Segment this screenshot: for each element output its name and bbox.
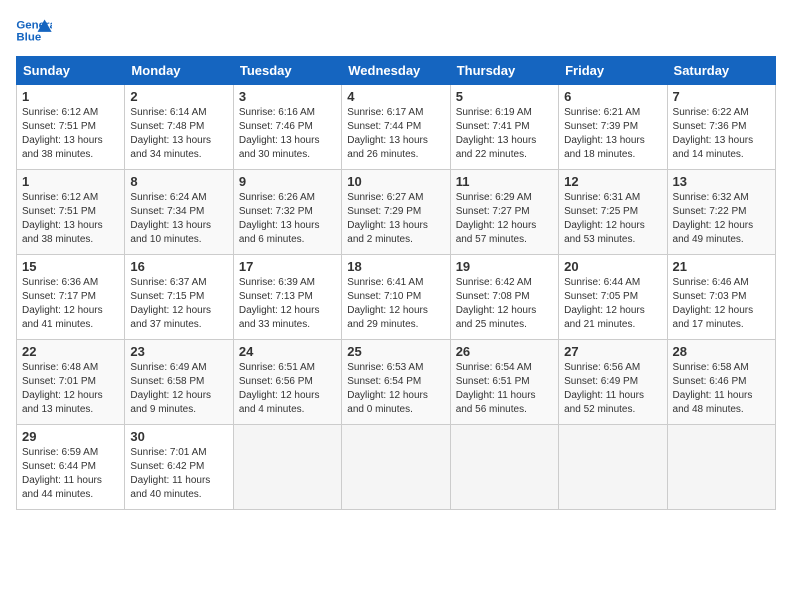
calendar-cell: 26Sunrise: 6:54 AMSunset: 6:51 PMDayligh… <box>450 340 558 425</box>
logo: General Blue <box>16 16 52 46</box>
calendar-cell: 23Sunrise: 6:49 AMSunset: 6:58 PMDayligh… <box>125 340 233 425</box>
calendar-cell: 4Sunrise: 6:17 AMSunset: 7:44 PMDaylight… <box>342 85 450 170</box>
svg-text:Blue: Blue <box>16 32 41 44</box>
calendar-cell <box>667 425 775 510</box>
weekday-header: Wednesday <box>342 57 450 85</box>
calendar-cell: 8Sunrise: 6:24 AMSunset: 7:34 PMDaylight… <box>125 170 233 255</box>
page-header: General Blue <box>16 16 776 46</box>
weekday-header: Thursday <box>450 57 558 85</box>
calendar-cell: 29Sunrise: 6:59 AMSunset: 6:44 PMDayligh… <box>17 425 125 510</box>
calendar-cell: 19Sunrise: 6:42 AMSunset: 7:08 PMDayligh… <box>450 255 558 340</box>
calendar-cell: 3Sunrise: 6:16 AMSunset: 7:46 PMDaylight… <box>233 85 341 170</box>
calendar-cell: 16Sunrise: 6:37 AMSunset: 7:15 PMDayligh… <box>125 255 233 340</box>
calendar-cell <box>450 425 558 510</box>
weekday-header: Monday <box>125 57 233 85</box>
calendar-cell: 28Sunrise: 6:58 AMSunset: 6:46 PMDayligh… <box>667 340 775 425</box>
calendar-cell: 15Sunrise: 6:36 AMSunset: 7:17 PMDayligh… <box>17 255 125 340</box>
calendar-cell: 22Sunrise: 6:48 AMSunset: 7:01 PMDayligh… <box>17 340 125 425</box>
calendar-cell: 1Sunrise: 6:12 AMSunset: 7:51 PMDaylight… <box>17 85 125 170</box>
calendar-cell <box>233 425 341 510</box>
calendar-cell: 25Sunrise: 6:53 AMSunset: 6:54 PMDayligh… <box>342 340 450 425</box>
calendar-cell: 10Sunrise: 6:27 AMSunset: 7:29 PMDayligh… <box>342 170 450 255</box>
calendar-cell: 21Sunrise: 6:46 AMSunset: 7:03 PMDayligh… <box>667 255 775 340</box>
weekday-header: Tuesday <box>233 57 341 85</box>
calendar-cell: 7Sunrise: 6:22 AMSunset: 7:36 PMDaylight… <box>667 85 775 170</box>
calendar-cell <box>342 425 450 510</box>
calendar-cell: 5Sunrise: 6:19 AMSunset: 7:41 PMDaylight… <box>450 85 558 170</box>
calendar-cell: 9Sunrise: 6:26 AMSunset: 7:32 PMDaylight… <box>233 170 341 255</box>
calendar-cell: 11Sunrise: 6:29 AMSunset: 7:27 PMDayligh… <box>450 170 558 255</box>
weekday-header: Sunday <box>17 57 125 85</box>
weekday-header: Friday <box>559 57 667 85</box>
days-header-row: SundayMondayTuesdayWednesdayThursdayFrid… <box>17 57 776 85</box>
calendar-cell: 1Sunrise: 6:12 AMSunset: 7:51 PMDaylight… <box>17 170 125 255</box>
calendar-cell: 13Sunrise: 6:32 AMSunset: 7:22 PMDayligh… <box>667 170 775 255</box>
calendar-cell: 27Sunrise: 6:56 AMSunset: 6:49 PMDayligh… <box>559 340 667 425</box>
calendar-cell: 6Sunrise: 6:21 AMSunset: 7:39 PMDaylight… <box>559 85 667 170</box>
calendar-cell: 17Sunrise: 6:39 AMSunset: 7:13 PMDayligh… <box>233 255 341 340</box>
logo-icon: General Blue <box>16 16 52 46</box>
calendar-cell: 12Sunrise: 6:31 AMSunset: 7:25 PMDayligh… <box>559 170 667 255</box>
calendar-cell: 24Sunrise: 6:51 AMSunset: 6:56 PMDayligh… <box>233 340 341 425</box>
calendar-cell: 18Sunrise: 6:41 AMSunset: 7:10 PMDayligh… <box>342 255 450 340</box>
calendar-cell <box>559 425 667 510</box>
weekday-header: Saturday <box>667 57 775 85</box>
calendar-cell: 2Sunrise: 6:14 AMSunset: 7:48 PMDaylight… <box>125 85 233 170</box>
calendar-table: SundayMondayTuesdayWednesdayThursdayFrid… <box>16 56 776 510</box>
calendar-cell: 20Sunrise: 6:44 AMSunset: 7:05 PMDayligh… <box>559 255 667 340</box>
calendar-cell: 30Sunrise: 7:01 AMSunset: 6:42 PMDayligh… <box>125 425 233 510</box>
